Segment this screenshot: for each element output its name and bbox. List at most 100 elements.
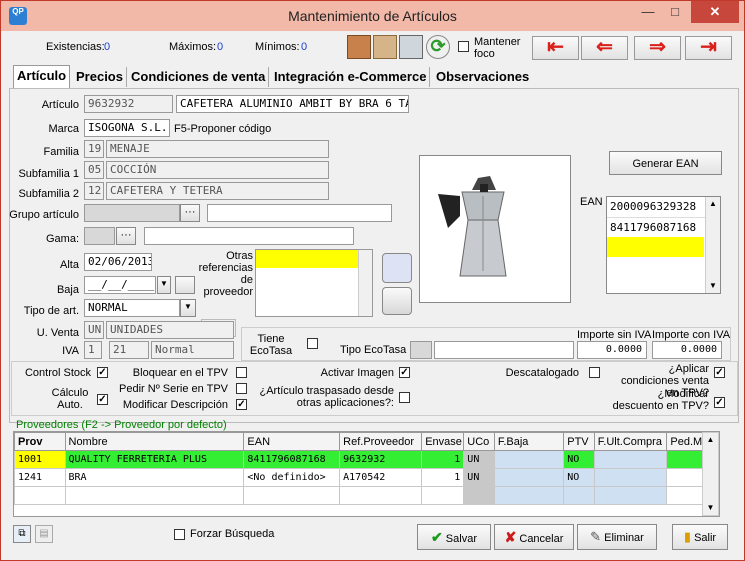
- cell-envase[interactable]: 1: [421, 450, 465, 469]
- subfamilia1-code-field[interactable]: 05: [84, 161, 104, 179]
- tipo-articulo-select[interactable]: NORMAL: [84, 299, 180, 317]
- maximize-icon[interactable]: □: [662, 1, 688, 23]
- cell-nombre[interactable]: BRA: [64, 468, 245, 487]
- gama-desc-field[interactable]: [144, 227, 354, 245]
- cancelar-button[interactable]: ✘ Cancelar: [494, 524, 574, 550]
- forzar-busqueda-checkbox[interactable]: [174, 529, 185, 540]
- cell-ptv[interactable]: NO: [563, 468, 595, 487]
- cell-fult-compra[interactable]: [593, 468, 668, 487]
- otras-referencias-selected-row[interactable]: [256, 250, 372, 268]
- cell-ref-proveedor[interactable]: A170542: [339, 468, 423, 487]
- cell-fult-compra[interactable]: [593, 450, 668, 469]
- paste-icon[interactable]: ▤: [35, 525, 53, 543]
- first-record-button[interactable]: ⇤: [532, 36, 579, 60]
- baja-date-field[interactable]: __/__/____: [84, 276, 156, 294]
- ean-row-selected[interactable]: [607, 237, 704, 257]
- tab-articulo[interactable]: Artículo: [13, 65, 71, 89]
- tab-integracion-ecommerce[interactable]: Integración e-Commerce: [271, 67, 431, 87]
- ean-list[interactable]: 2000096329328 8411796087168 ▲ ▼: [606, 196, 721, 294]
- col-prov[interactable]: Prov: [14, 432, 66, 451]
- cell-prov[interactable]: 1241: [14, 468, 66, 487]
- calculo-auto-checkbox[interactable]: ✓: [97, 394, 108, 405]
- pallet-icon[interactable]: [373, 35, 397, 59]
- familia-code-field[interactable]: 19: [84, 140, 104, 158]
- articulo-description-field[interactable]: CAFETERA ALUMINIO AMBIT BY BRA 6 TAZA: [176, 95, 409, 113]
- col-nombre[interactable]: Nombre: [64, 432, 245, 451]
- table-row[interactable]: [14, 486, 719, 505]
- table-row[interactable]: 1001 QUALITY FERRETERIA PLUS 84117960871…: [14, 450, 719, 469]
- salvar-button[interactable]: ✔ Salvar: [417, 524, 491, 550]
- copy-icon[interactable]: ⧉: [13, 525, 31, 543]
- col-fult-compra[interactable]: F.Ult.Compra: [593, 432, 668, 451]
- pedir-serie-checkbox[interactable]: [236, 383, 247, 394]
- cell-ean[interactable]: 8411796087168: [243, 450, 341, 469]
- cell-uco[interactable]: UN: [463, 468, 495, 487]
- refresh-icon[interactable]: ⟳: [426, 35, 450, 59]
- otras-referencias-scrollbar[interactable]: [358, 250, 372, 316]
- alta-date-field[interactable]: 02/06/2013: [84, 253, 152, 271]
- generar-ean-button[interactable]: Generar EAN: [609, 151, 722, 175]
- providers-scrollbar[interactable]: ▲ ▼: [702, 432, 719, 516]
- previous-record-button[interactable]: ⇐: [581, 36, 628, 60]
- grupo-articulo-code-field[interactable]: [84, 204, 180, 222]
- uventa-code-field[interactable]: UN: [84, 321, 104, 339]
- col-envase[interactable]: Envase: [421, 432, 465, 451]
- iva-code-field[interactable]: 1: [84, 341, 102, 359]
- col-ptv[interactable]: PTV: [563, 432, 595, 451]
- cell-fbaja[interactable]: [493, 450, 565, 469]
- descatalogado-checkbox[interactable]: [589, 367, 600, 378]
- close-icon[interactable]: ✕: [691, 1, 739, 23]
- gama-code-field[interactable]: [84, 227, 115, 245]
- col-fbaja[interactable]: F.Baja: [493, 432, 565, 451]
- boxes-icon[interactable]: [347, 35, 371, 59]
- traspasado-checkbox[interactable]: [399, 392, 410, 403]
- articulo-code-field[interactable]: 9632932: [84, 95, 173, 113]
- baja-calendar-button[interactable]: [175, 276, 195, 294]
- tab-condiciones-venta[interactable]: Condiciones de venta: [128, 67, 270, 87]
- cell-prov[interactable]: 1001: [14, 450, 66, 469]
- otras-referencias-list[interactable]: [255, 249, 373, 317]
- scroll-down-icon[interactable]: ▼: [703, 501, 718, 515]
- last-record-button[interactable]: ⇥: [685, 36, 732, 60]
- bloquear-tpv-checkbox[interactable]: [236, 367, 247, 378]
- aplicar-condiciones-checkbox[interactable]: ✓: [714, 367, 725, 378]
- tab-precios[interactable]: Precios: [73, 67, 127, 87]
- subfamilia2-code-field[interactable]: 12: [84, 182, 104, 200]
- minimize-icon[interactable]: —: [635, 1, 661, 23]
- tab-observaciones[interactable]: Observaciones: [433, 67, 532, 87]
- providers-image-icon[interactable]: [382, 253, 412, 283]
- scroll-up-icon[interactable]: ▲: [706, 197, 720, 211]
- transfer-icon[interactable]: [399, 35, 423, 59]
- importe-sin-iva-field[interactable]: 0.0000: [577, 341, 647, 359]
- modificar-descripcion-checkbox[interactable]: ✓: [236, 399, 247, 410]
- cell-ean[interactable]: <No definido>: [243, 468, 341, 487]
- tipo-articulo-dropdown-icon[interactable]: ▼: [180, 299, 196, 317]
- mantener-foco-checkbox[interactable]: [458, 41, 469, 52]
- next-record-button[interactable]: ⇒: [634, 36, 681, 60]
- importe-con-iva-field[interactable]: 0.0000: [652, 341, 722, 359]
- col-ref-proveedor[interactable]: Ref.Proveedor: [339, 432, 423, 451]
- tipo-ecotasa-desc-field[interactable]: [434, 341, 574, 359]
- table-row[interactable]: 1241 BRA <No definido> A170542 1 UN NO 0: [14, 468, 719, 487]
- eliminar-button[interactable]: ✎ Eliminar: [577, 524, 657, 550]
- grupo-articulo-lookup-button[interactable]: ···: [180, 204, 200, 222]
- gama-lookup-button[interactable]: ···: [116, 227, 136, 245]
- cell-uco[interactable]: UN: [463, 450, 495, 469]
- ean-row[interactable]: 8411796087168: [607, 217, 720, 237]
- baja-date-dropdown-icon[interactable]: ▼: [157, 276, 171, 294]
- modificar-descuento-checkbox[interactable]: ✓: [714, 397, 725, 408]
- activar-imagen-checkbox[interactable]: ✓: [399, 367, 410, 378]
- scroll-up-icon[interactable]: ▲: [703, 433, 718, 447]
- col-uco[interactable]: UCo: [463, 432, 495, 451]
- tipo-ecotasa-code-field[interactable]: [410, 341, 432, 359]
- marca-field[interactable]: ISOGONA S.L.: [84, 119, 170, 137]
- cell-ptv[interactable]: NO: [563, 450, 595, 469]
- blank-action-button[interactable]: [382, 287, 412, 315]
- col-ean[interactable]: EAN: [243, 432, 341, 451]
- control-stock-checkbox[interactable]: ✓: [97, 367, 108, 378]
- cell-nombre[interactable]: QUALITY FERRETERIA PLUS: [64, 450, 245, 469]
- providers-grid[interactable]: Prov Nombre EAN Ref.Proveedor Envase UCo…: [13, 431, 720, 517]
- ean-row[interactable]: 2000096329328: [607, 197, 720, 217]
- cell-envase[interactable]: 1: [421, 468, 465, 487]
- salir-button[interactable]: ▮ Salir: [672, 524, 728, 550]
